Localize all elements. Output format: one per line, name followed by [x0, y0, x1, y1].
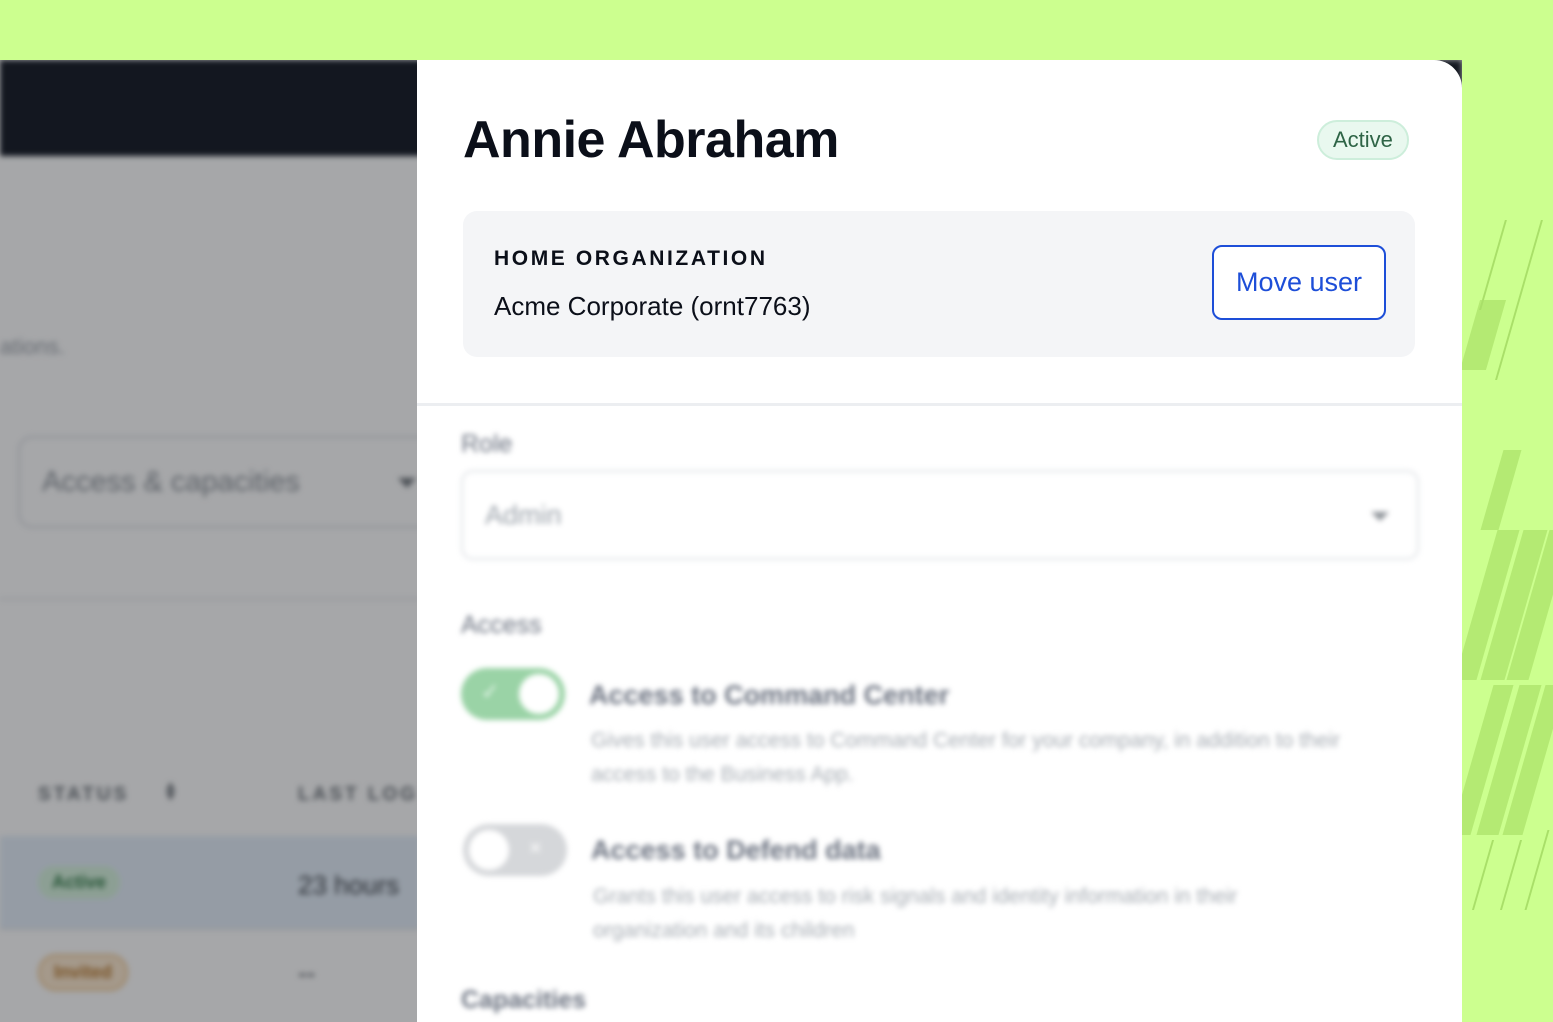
page-title: Annie Abraham — [463, 111, 839, 169]
defend-data-description: Grants this user access to risk signals … — [593, 885, 1238, 942]
defend-data-toggle[interactable]: × — [463, 824, 567, 876]
toggle-knob — [519, 674, 559, 714]
command-center-title: Access to Command Center — [589, 680, 950, 710]
background-stripes-decoration — [1462, 220, 1553, 920]
home-organization-label: HOME ORGANIZATION — [494, 247, 768, 270]
defend-data-title: Access to Defend data — [591, 835, 881, 865]
user-settings-form: Role Admin Access ✓ Access to Command Ce… — [417, 406, 1462, 1022]
check-icon: ✓ — [481, 679, 500, 704]
command-center-description: Gives this user access to Command Center… — [591, 729, 1340, 786]
home-organization-value: Acme Corporate (ornt7763) — [494, 291, 811, 321]
toggle-knob — [469, 830, 509, 870]
role-select-value: Admin — [485, 500, 562, 530]
command-center-toggle[interactable]: ✓ — [461, 668, 565, 720]
chevron-down-icon — [1371, 512, 1389, 521]
close-icon: × — [529, 835, 542, 860]
user-detail-drawer: Annie Abraham Active HOME ORGANIZATION A… — [417, 60, 1462, 1022]
role-label: Role — [461, 430, 513, 458]
access-label: Access — [461, 611, 542, 639]
move-user-button[interactable]: Move user — [1212, 245, 1386, 320]
role-select[interactable]: Admin — [461, 470, 1419, 560]
status-badge: Active — [1317, 120, 1409, 160]
capacities-label: Capacities — [461, 986, 587, 1014]
home-organization-card: HOME ORGANIZATION Acme Corporate (ornt77… — [463, 211, 1415, 357]
